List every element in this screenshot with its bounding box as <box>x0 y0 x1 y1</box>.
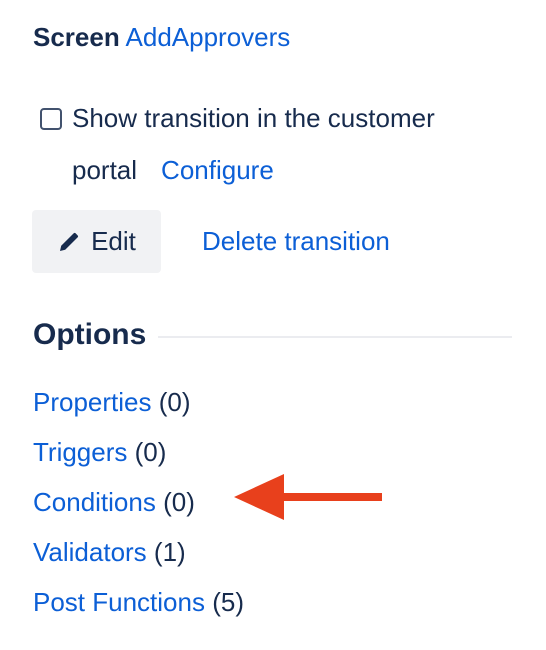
option-triggers: Triggers (0) <box>33 427 244 477</box>
option-properties: Properties (0) <box>33 377 244 427</box>
triggers-count: (0) <box>134 437 167 467</box>
properties-count: (0) <box>158 387 191 417</box>
options-list: Properties (0) Triggers (0) Conditions (… <box>33 377 244 627</box>
post-functions-count: (5) <box>212 587 244 617</box>
portal-line-2: portal Configure <box>72 144 510 196</box>
option-post-functions: Post Functions (5) <box>33 577 244 627</box>
conditions-link[interactable]: Conditions <box>33 487 156 517</box>
portal-text-line-2: portal <box>72 155 138 185</box>
pencil-icon <box>60 232 79 251</box>
screen-label: Screen <box>33 22 120 52</box>
post-functions-link[interactable]: Post Functions <box>33 587 205 617</box>
arrow-shaft <box>272 493 382 501</box>
edit-button[interactable]: Edit <box>32 210 161 273</box>
properties-link[interactable]: Properties <box>33 387 152 417</box>
option-conditions: Conditions (0) <box>33 477 244 527</box>
conditions-count: (0) <box>163 487 195 517</box>
show-in-portal-checkbox[interactable] <box>40 108 62 130</box>
validators-count: (1) <box>153 537 186 567</box>
portal-line-1: Show transition in the customer <box>40 92 510 144</box>
delete-transition-link[interactable]: Delete transition <box>202 224 390 258</box>
edit-button-label: Edit <box>91 226 136 256</box>
customer-portal-option: Show transition in the customer portal Co… <box>40 92 510 196</box>
validators-link[interactable]: Validators <box>33 537 147 567</box>
triggers-link[interactable]: Triggers <box>33 437 127 467</box>
options-heading: Options <box>33 318 147 351</box>
arrow-head <box>234 474 284 520</box>
annotation-arrow-icon <box>234 474 382 520</box>
screen-name-link[interactable]: AddApprovers <box>126 22 291 52</box>
options-divider <box>158 336 512 338</box>
portal-text-line-1: Show transition in the customer <box>72 103 435 133</box>
option-validators: Validators (1) <box>33 527 244 577</box>
configure-link[interactable]: Configure <box>161 155 274 185</box>
screen-row: Screen AddApprovers <box>33 20 290 54</box>
